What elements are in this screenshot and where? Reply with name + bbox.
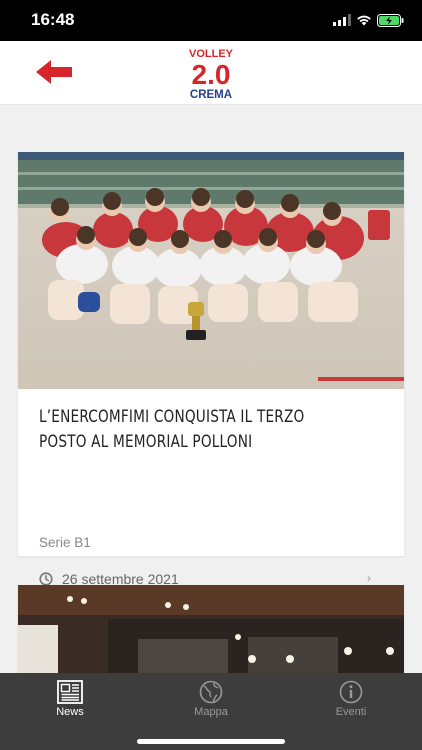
- clock-icon: [39, 572, 53, 586]
- wifi-icon: [357, 15, 371, 26]
- newspaper-icon: [57, 680, 83, 704]
- status-bar: 16:48: [0, 0, 422, 41]
- article-photo: [18, 152, 404, 389]
- app-header: VOLLEY 2.0 CREMA: [0, 41, 422, 105]
- bottom-tab-bar: News Mappa Eventi: [0, 673, 422, 750]
- tab-events-label: Eventi: [335, 706, 367, 718]
- tab-news[interactable]: News: [0, 673, 140, 733]
- info-icon: [339, 680, 363, 704]
- news-feed[interactable]: L’ENERCOMFIMI CONQUISTA IL TERZO POSTO A…: [0, 106, 422, 673]
- article-title[interactable]: L’ENERCOMFIMI CONQUISTA IL TERZO POSTO A…: [39, 404, 356, 454]
- globe-map-icon: [199, 680, 223, 704]
- tab-map[interactable]: Mappa: [141, 673, 281, 733]
- cellular-signal-icon: [333, 14, 351, 26]
- volley-crema-logo: VOLLEY 2.0 CREMA: [189, 48, 234, 100]
- article-card[interactable]: [18, 585, 404, 673]
- battery-charging-icon: [377, 14, 404, 27]
- arrow-left-icon[interactable]: [34, 57, 74, 87]
- tab-events[interactable]: Eventi: [281, 673, 421, 733]
- logo-line2: 2.0: [192, 59, 231, 90]
- article-card[interactable]: L’ENERCOMFIMI CONQUISTA IL TERZO POSTO A…: [18, 152, 404, 589]
- article-photo: [18, 585, 404, 673]
- home-indicator[interactable]: [137, 739, 285, 744]
- article-category: Serie B1: [39, 535, 91, 550]
- logo-line3: CREMA: [190, 89, 232, 100]
- tab-map-label: Mappa: [194, 706, 228, 718]
- status-time: 16:48: [31, 10, 75, 29]
- tab-news-label: News: [56, 706, 84, 718]
